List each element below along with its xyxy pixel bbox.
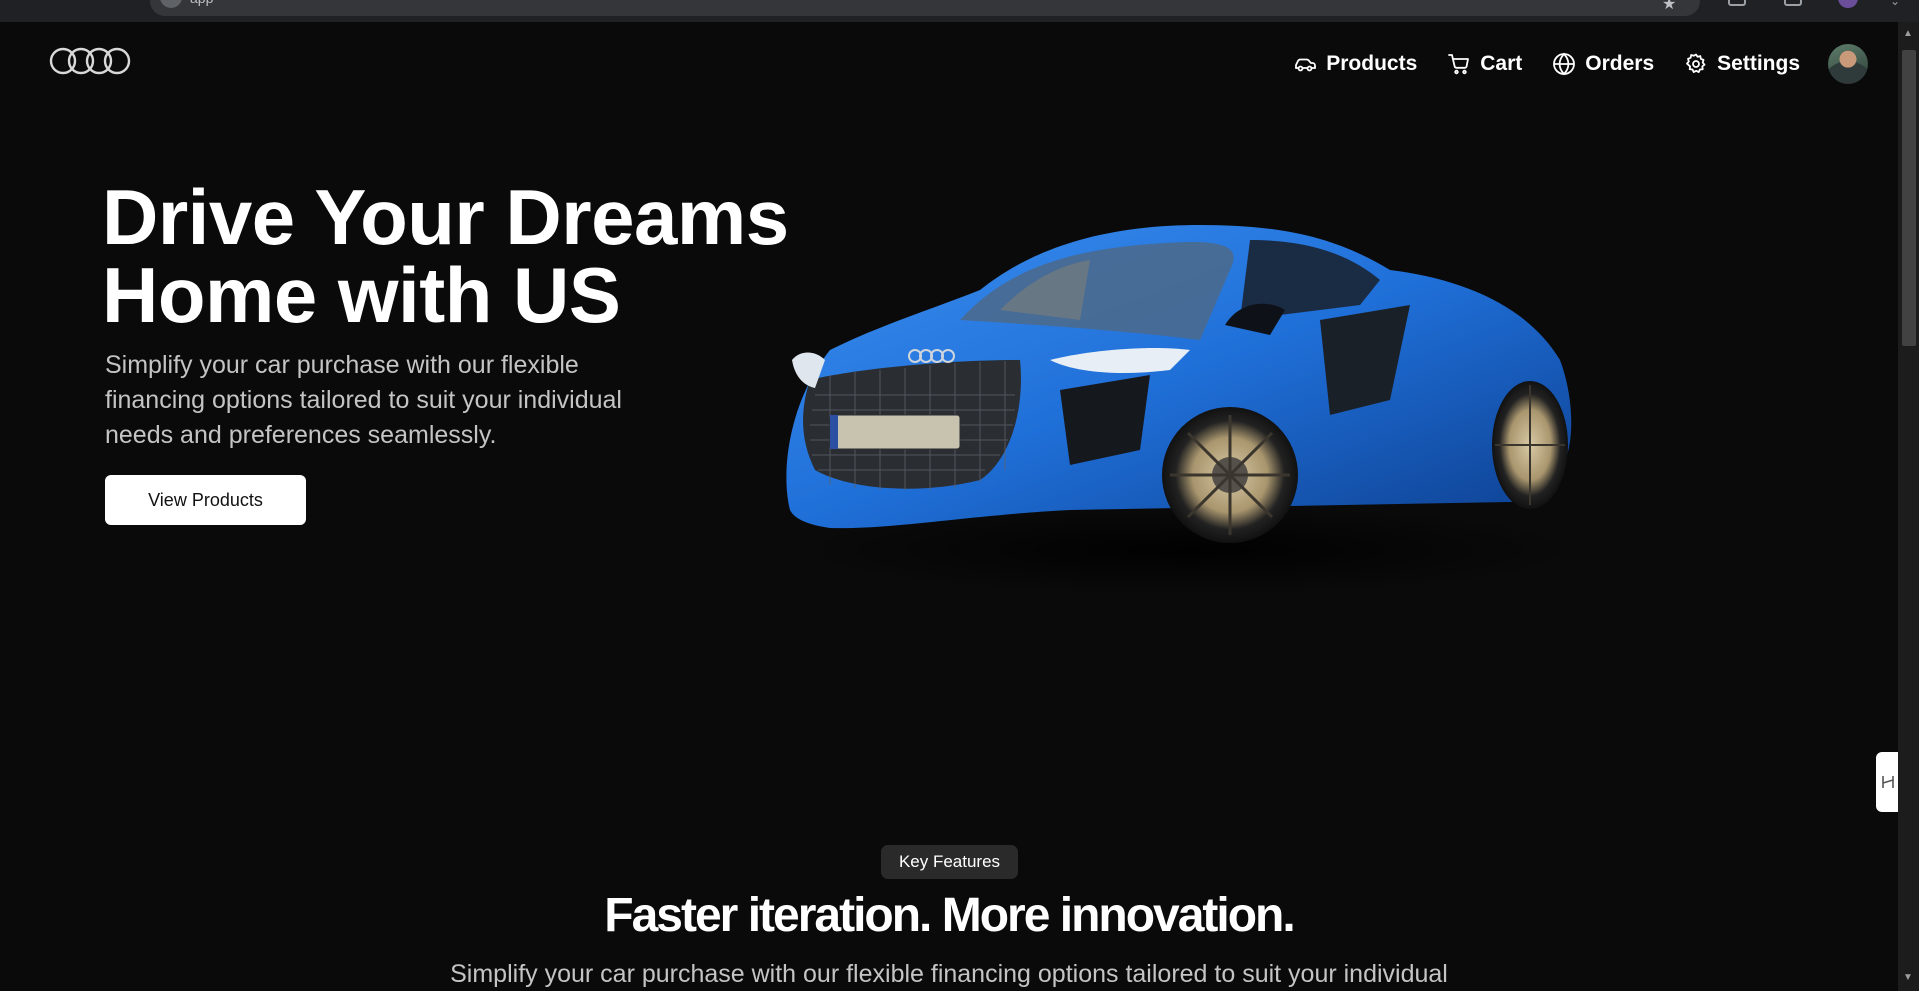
- bookmark-star-icon[interactable]: ★: [1662, 0, 1676, 14]
- nav-products[interactable]: Products: [1293, 52, 1417, 76]
- hyperlink-icon: [1882, 776, 1894, 788]
- profile-icon[interactable]: [1838, 0, 1858, 8]
- page: app ★ ⌄ Produc: [0, 0, 1919, 991]
- user-avatar[interactable]: [1828, 44, 1868, 84]
- address-text: app: [190, 0, 213, 6]
- hero-car-image: [786, 225, 1590, 595]
- scroll-down-arrow-icon[interactable]: ▼: [1903, 972, 1913, 983]
- nav-orders-label: Orders: [1585, 52, 1655, 75]
- nav-products-label: Products: [1326, 52, 1418, 75]
- page-scrollbar[interactable]: ▲ ▼: [1898, 22, 1919, 991]
- audi-logo[interactable]: [48, 46, 134, 76]
- nav-orders[interactable]: Orders: [1552, 52, 1654, 76]
- cart-icon: [1448, 54, 1470, 75]
- address-bar[interactable]: app: [150, 0, 1700, 16]
- hero-subtitle: Simplify your car purchase with our flex…: [105, 351, 622, 449]
- side-panel-handle[interactable]: [1876, 752, 1900, 812]
- view-products-button[interactable]: View Products: [105, 475, 306, 525]
- scroll-thumb[interactable]: [1902, 50, 1916, 346]
- features-subtitle: Simplify your car purchase with our flex…: [450, 960, 1448, 988]
- browser-toolbar: app ★ ⌄: [0, 0, 1919, 22]
- hero-title: Drive Your Dreams Home with US: [102, 173, 789, 339]
- extension-icon[interactable]: [1728, 0, 1746, 6]
- features-title: Faster iteration. More innovation.: [604, 889, 1295, 942]
- scroll-up-arrow-icon[interactable]: ▲: [1903, 28, 1913, 39]
- nav-settings-label: Settings: [1717, 52, 1800, 75]
- key-features-badge: Key Features: [881, 845, 1018, 879]
- nav-cart[interactable]: Cart: [1447, 52, 1522, 76]
- tab-search-icon[interactable]: [1784, 0, 1802, 6]
- navbar: Products Cart Orders Settings: [0, 22, 1898, 104]
- nav-cart-label: Cart: [1480, 52, 1523, 75]
- nav-menu: Products Cart Orders Settings: [1293, 44, 1898, 84]
- nav-settings[interactable]: Settings: [1684, 52, 1800, 76]
- gear-icon: [1686, 53, 1706, 73]
- car-icon: [1295, 58, 1317, 72]
- globe-icon: [1553, 52, 1576, 76]
- menu-chevron-icon[interactable]: ⌄: [1890, 0, 1900, 8]
